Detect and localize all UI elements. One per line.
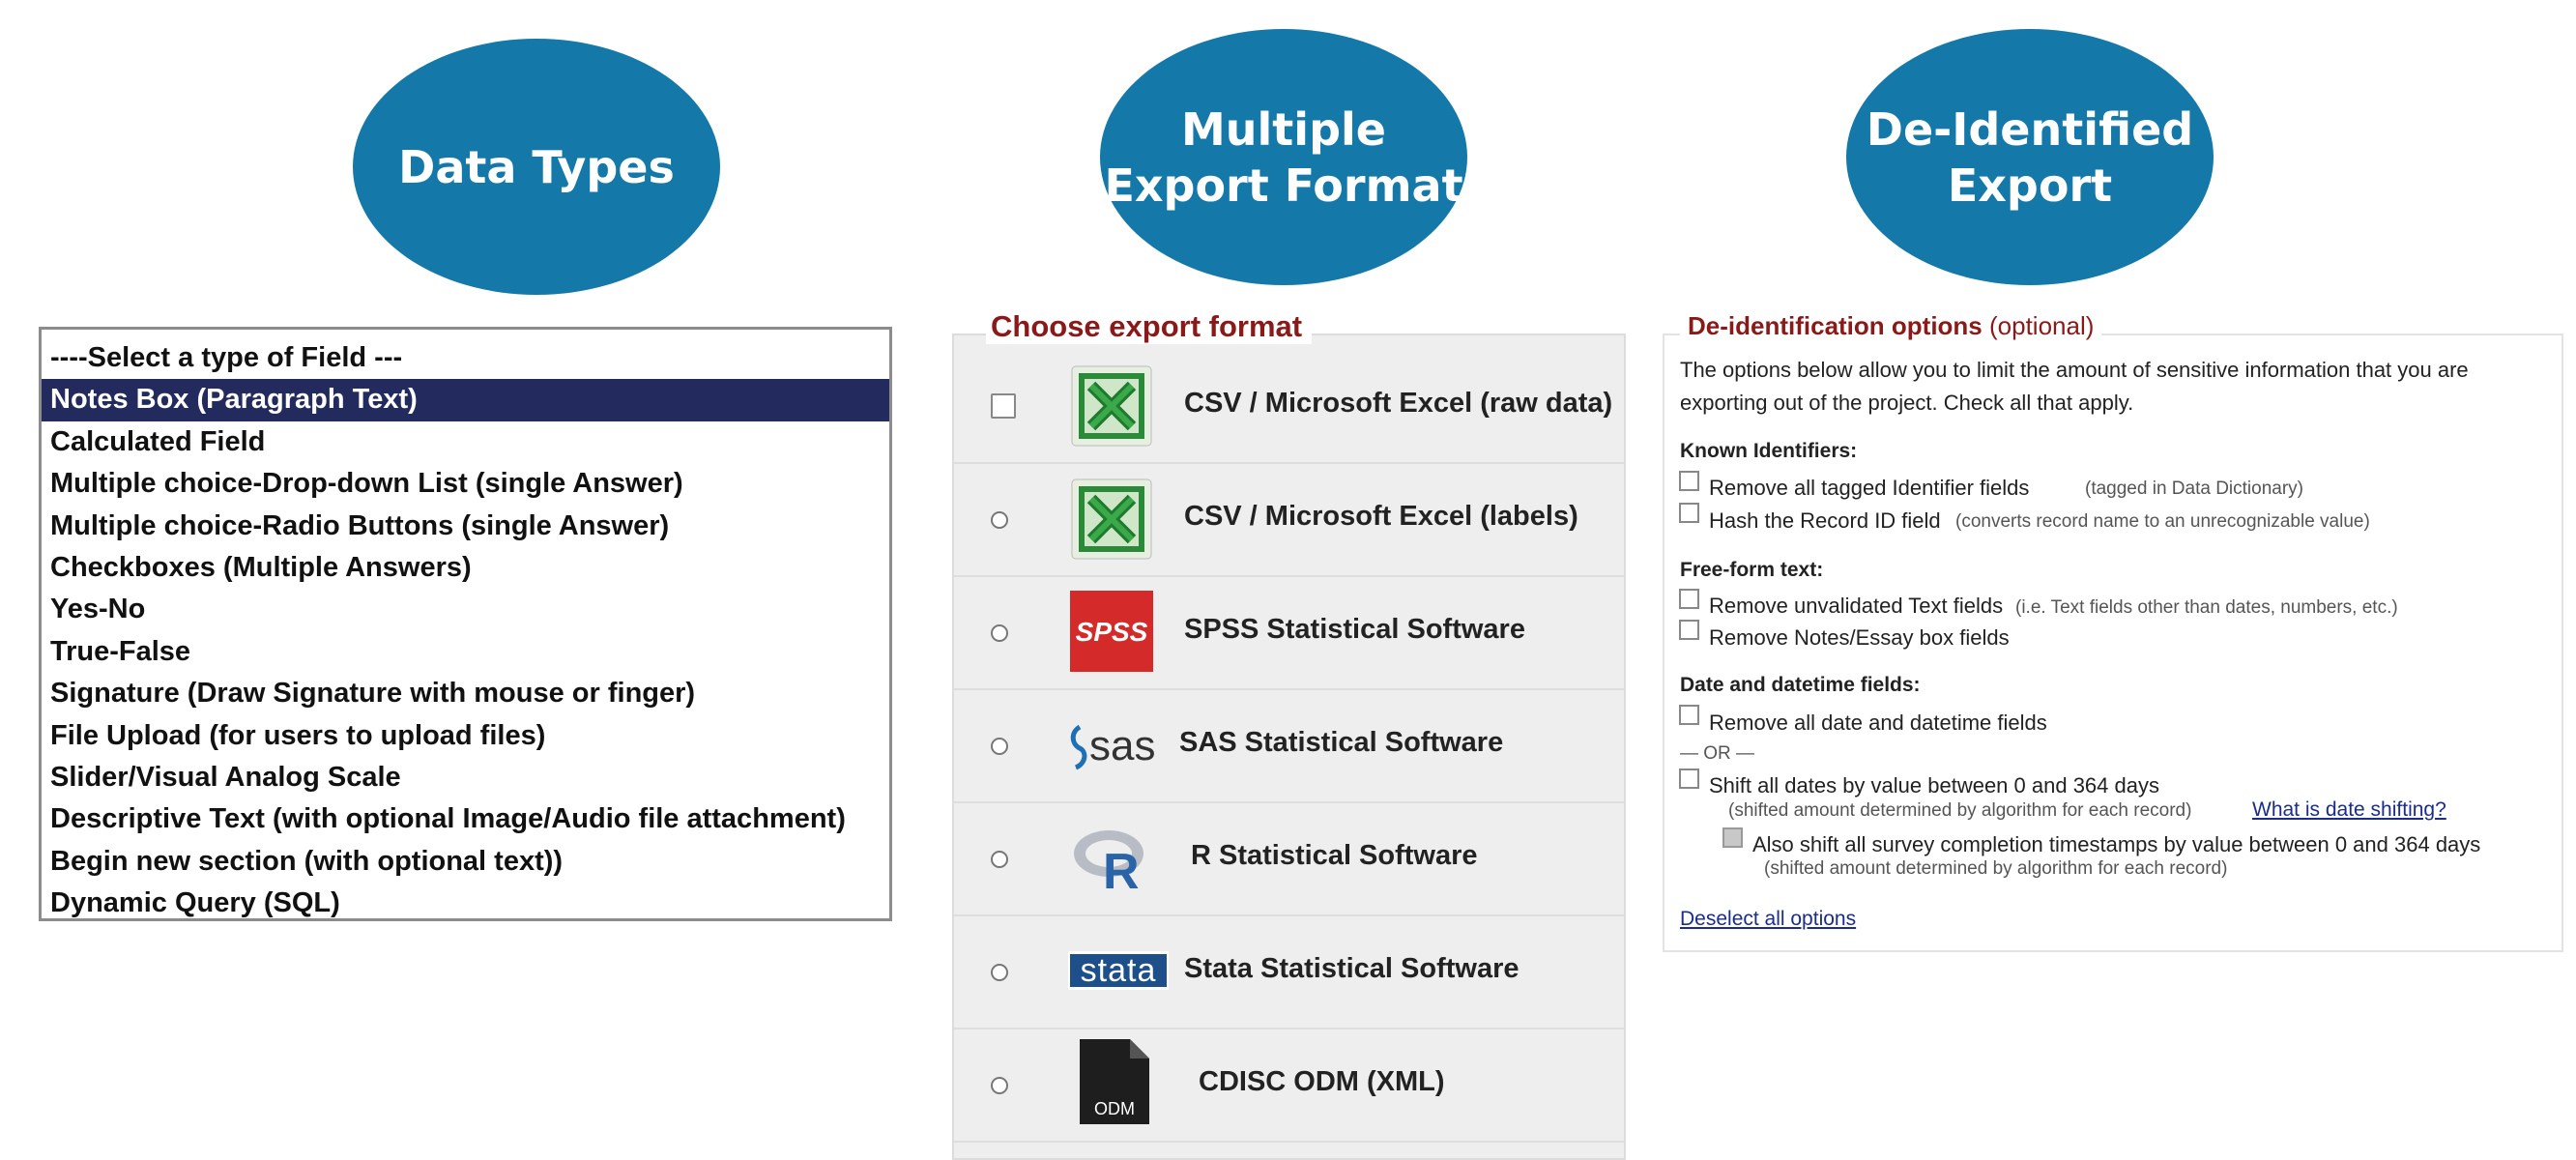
svg-text:ODM: ODM (1094, 1099, 1135, 1118)
shift-timestamps-checkbox[interactable] (1722, 827, 1743, 848)
field-type-option[interactable]: Yes-No (42, 589, 889, 630)
field-type-option[interactable]: Calculated Field (42, 421, 889, 463)
export-option-row[interactable]: CSV / Microsoft Excel (labels) (954, 462, 1624, 577)
shift-dates-note: (shifted amount determined by algorithm … (1728, 800, 2192, 821)
deselect-all-link[interactable]: Deselect all options (1680, 908, 1856, 931)
export-option-row[interactable]: CSV / Microsoft Excel (raw data) (954, 349, 1624, 464)
deidentification-title-text: De-identification options (1688, 311, 1983, 340)
field-type-option[interactable]: Slider/Visual Analog Scale (42, 757, 889, 798)
what-is-date-shifting-link[interactable]: What is date shifting? (2252, 798, 2446, 822)
deidentification-optional-note: (optional) (1989, 311, 2095, 340)
multiple-export-oval: Multiple Export Format (1100, 29, 1467, 285)
export-radio[interactable] (991, 738, 1008, 755)
field-type-option[interactable]: Multiple choice-Drop-down List (single A… (42, 463, 889, 505)
multiple-export-oval-label: Multiple Export Format (1104, 102, 1463, 212)
export-format-panel: CSV / Microsoft Excel (raw data) CSV / Mi… (952, 334, 1626, 1160)
export-option-label: CSV / Microsoft Excel (labels) (1184, 501, 1578, 532)
remove-tagged-checkbox[interactable] (1679, 471, 1699, 491)
export-radio[interactable] (991, 1077, 1008, 1094)
deidentification-title: De-identification options (optional) (1680, 311, 2102, 341)
r-logo: R (1070, 819, 1157, 901)
export-radio[interactable] (991, 393, 1016, 419)
hash-record-note: (converts record name to an unrecognizab… (1955, 511, 2370, 532)
field-type-option[interactable]: File Upload (for users to upload files) (42, 715, 889, 757)
remove-unvalidated-label: Remove unvalidated Text fields (1709, 594, 2004, 618)
svg-text:R: R (1103, 844, 1140, 896)
field-type-option[interactable]: Notes Box (Paragraph Text) (42, 379, 889, 421)
remove-dates-checkbox[interactable] (1679, 705, 1699, 725)
remove-notes-checkbox[interactable] (1679, 620, 1699, 640)
export-radio[interactable] (991, 964, 1008, 981)
or-divider: — OR — (1680, 743, 1755, 764)
field-type-option[interactable]: Multiple choice-Radio Buttons (single An… (42, 506, 889, 547)
export-radio[interactable] (991, 624, 1008, 642)
export-option-row[interactable]: ODM CDISC ODM (XML) (954, 1028, 1624, 1143)
field-type-option[interactable]: Begin new section (with optional text)) (42, 841, 889, 883)
shift-timestamps-label: Also shift all survey completion timesta… (1752, 832, 2481, 856)
field-type-option[interactable]: True-False (42, 631, 889, 673)
data-types-oval: Data Types (353, 39, 720, 295)
data-types-oval-label: Data Types (398, 140, 675, 193)
svg-text:sas: sas (1089, 722, 1155, 769)
export-format-title: Choose export format (986, 309, 1313, 344)
deidentified-oval-label: De-Identified Export (1866, 102, 2194, 212)
odm-file-icon: ODM (1076, 1037, 1153, 1131)
known-identifiers-heading: Known Identifiers: (1680, 440, 1858, 462)
export-option-label: SPSS Statistical Software (1184, 614, 1525, 645)
remove-dates-label: Remove all date and datetime fields (1709, 710, 2047, 735)
remove-unvalidated-checkbox[interactable] (1679, 589, 1699, 609)
hash-record-checkbox[interactable] (1679, 503, 1699, 523)
remove-unvalidated-note: (i.e. Text fields other than dates, numb… (2015, 597, 2398, 618)
spss-logo: SPSS (1070, 591, 1153, 677)
shift-dates-label: Shift all dates by value between 0 and 3… (1709, 773, 2159, 798)
field-type-listbox[interactable]: ----Select a type of Field --- Notes Box … (39, 327, 892, 921)
shift-timestamps-note: (shifted amount determined by algorithm … (1764, 858, 2228, 879)
remove-notes-label: Remove Notes/Essay box fields (1709, 625, 2010, 650)
svg-text:SPSS: SPSS (1076, 617, 1148, 647)
date-fields-heading: Date and datetime fields: (1680, 674, 1921, 696)
export-option-label: SAS Statistical Software (1179, 727, 1504, 758)
field-type-option[interactable]: Descriptive Text (with optional Image/Au… (42, 798, 889, 840)
deidentified-oval: De-Identified Export (1846, 29, 2214, 285)
export-option-row[interactable]: sas SAS Statistical Software (954, 688, 1624, 803)
hash-record-label: Hash the Record ID field (1709, 508, 1941, 533)
deid-intro-line1: The options below allow you to limit the… (1680, 358, 2469, 382)
export-option-row[interactable]: R R Statistical Software (954, 801, 1624, 916)
free-form-heading: Free-form text: (1680, 559, 1824, 581)
field-type-option[interactable]: ----Select a type of Field --- (42, 337, 889, 379)
deid-intro-line2: exporting out of the project. Check all … (1680, 391, 2134, 415)
stata-logo: stata (1068, 951, 1169, 995)
remove-tagged-label: Remove all tagged Identifier fields (1709, 476, 2030, 500)
export-radio[interactable] (991, 511, 1008, 529)
shift-dates-checkbox[interactable] (1679, 768, 1699, 789)
export-option-label: Stata Statistical Software (1184, 953, 1520, 984)
export-option-row[interactable]: SPSS SPSS Statistical Software (954, 575, 1624, 690)
export-radio[interactable] (991, 851, 1008, 868)
field-type-option[interactable]: Checkboxes (Multiple Answers) (42, 547, 889, 589)
remove-tagged-note: (tagged in Data Dictionary) (2085, 478, 2303, 499)
excel-icon (1070, 478, 1153, 566)
excel-icon (1070, 364, 1153, 452)
export-option-label: R Statistical Software (1191, 840, 1478, 871)
export-option-row[interactable]: stata Stata Statistical Software (954, 914, 1624, 1030)
export-option-label: CDISC ODM (XML) (1199, 1066, 1445, 1097)
export-option-label: CSV / Microsoft Excel (raw data) (1184, 388, 1613, 419)
svg-text:stata: stata (1081, 952, 1157, 989)
sas-logo: sas (1066, 715, 1172, 778)
field-type-option[interactable]: Dynamic Query (SQL) (42, 883, 889, 924)
field-type-option[interactable]: Signature (Draw Signature with mouse or … (42, 673, 889, 714)
